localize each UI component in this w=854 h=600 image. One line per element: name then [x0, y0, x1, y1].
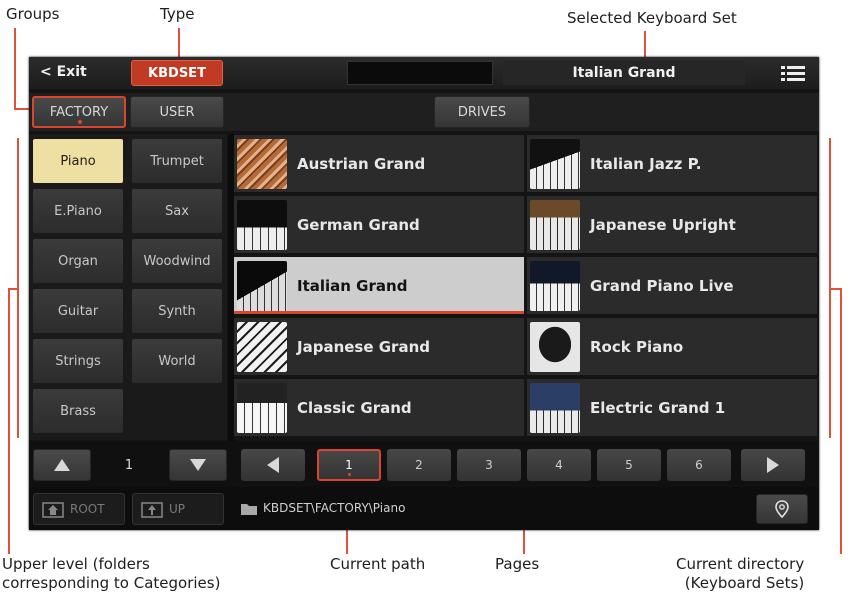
callout-groups: Groups — [6, 5, 60, 23]
page-next-button[interactable] — [741, 449, 805, 481]
page-1-label: 1 — [345, 458, 353, 472]
set-item-electric-grand[interactable]: Electric Grand 1 — [527, 379, 817, 436]
leader-groups — [14, 28, 16, 110]
page-1-indicator — [348, 473, 351, 476]
menu-icon[interactable] — [781, 66, 805, 82]
set-item-japanese-grand[interactable]: Japanese Grand — [234, 318, 524, 375]
category-piano[interactable]: Piano — [33, 139, 123, 183]
type-button[interactable]: KBDSET — [131, 60, 223, 86]
page-2-button[interactable]: 2 — [387, 449, 451, 481]
set-item-austrian-grand[interactable]: Austrian Grand — [234, 135, 524, 192]
category-epiano[interactable]: E.Piano — [33, 189, 123, 233]
triangle-up-icon — [54, 459, 70, 471]
bracket-right-down — [840, 288, 842, 554]
piano-keys-thumbnail-icon — [237, 199, 287, 250]
tab-factory-indicator — [78, 120, 82, 124]
triangle-right-icon — [767, 457, 779, 473]
page-6-button[interactable]: 6 — [667, 449, 731, 481]
up-label: UP — [169, 502, 186, 516]
harp-thumbnail-icon — [237, 138, 287, 189]
page-prev-button[interactable] — [241, 449, 305, 481]
set-item-japanese-upright[interactable]: Japanese Upright — [527, 196, 817, 253]
category-world[interactable]: World — [132, 339, 222, 383]
category-guitar[interactable]: Guitar — [33, 289, 123, 333]
set-item-rock-piano[interactable]: Rock Piano — [527, 318, 817, 375]
set-name: Italian Grand — [297, 276, 408, 295]
set-name: Electric Grand 1 — [590, 398, 726, 417]
callout-upper-level: Upper level (folders corresponding to Ca… — [2, 555, 221, 592]
category-strings[interactable]: Strings — [33, 339, 123, 383]
triangle-down-icon — [190, 459, 206, 471]
leader-path — [346, 530, 348, 554]
location-button[interactable] — [756, 494, 808, 524]
callout-current-directory: Current directory (Keyboard Sets) — [676, 555, 805, 592]
callout-current-path: Current path — [330, 555, 426, 573]
set-name: Rock Piano — [590, 337, 684, 356]
grand-piano-thumbnail-icon — [530, 321, 580, 372]
category-sax[interactable]: Sax — [132, 189, 222, 233]
tab-factory-label: FACTORY — [49, 104, 109, 120]
selected-set-name: Italian Grand — [572, 65, 676, 81]
current-path: KBDSET\FACTORY\Piano — [241, 501, 405, 515]
category-prev-button[interactable] — [33, 449, 91, 481]
root-label: ROOT — [70, 502, 105, 516]
callout-type: Type — [160, 5, 195, 23]
blank-display — [347, 61, 493, 85]
keyboard-set-browser: < Exit KBDSET Italian Grand FACTORY USER… — [29, 57, 819, 530]
piano-keys-thumbnail-icon — [530, 138, 580, 189]
tab-user[interactable]: USER — [130, 96, 224, 128]
category-synth[interactable]: Synth — [132, 289, 222, 333]
bracket-left-down — [8, 288, 10, 554]
callout-pages: Pages — [495, 555, 540, 573]
folder-icon — [241, 503, 257, 515]
up-button[interactable]: UP — [132, 493, 224, 525]
set-name: Classic Grand — [297, 398, 412, 417]
category-organ[interactable]: Organ — [33, 239, 123, 283]
set-name: Austrian Grand — [297, 154, 426, 173]
category-next-button[interactable] — [169, 449, 227, 481]
current-path-text: KBDSET\FACTORY\Piano — [263, 501, 406, 515]
set-item-german-grand[interactable]: German Grand — [234, 196, 524, 253]
triangle-left-icon — [267, 457, 279, 473]
tab-drives[interactable]: DRIVES — [434, 96, 530, 128]
page-3-button[interactable]: 3 — [457, 449, 521, 481]
set-name: Japanese Upright — [590, 215, 736, 234]
page-5-button[interactable]: 5 — [597, 449, 661, 481]
set-item-italian-grand[interactable]: Italian Grand — [234, 257, 524, 314]
piano-keys-thumbnail-icon — [237, 321, 287, 372]
upright-piano-thumbnail-icon — [530, 199, 580, 250]
piano-keys-thumbnail-icon — [530, 260, 580, 311]
selection-underline — [234, 311, 524, 314]
root-button[interactable]: ROOT — [33, 493, 125, 525]
set-name: Japanese Grand — [297, 337, 430, 356]
set-item-grand-piano-live[interactable]: Grand Piano Live — [527, 257, 817, 314]
set-name: Grand Piano Live — [590, 276, 734, 295]
set-name: Italian Jazz P. — [590, 154, 702, 173]
category-page-number: 1 — [124, 457, 134, 473]
location-pin-icon — [775, 500, 789, 518]
exit-button[interactable]: < Exit — [40, 64, 87, 80]
piano-keys-thumbnail-icon — [237, 260, 287, 311]
leader-selected — [644, 31, 646, 59]
piano-keys-thumbnail-icon — [237, 382, 287, 433]
up-folder-icon — [141, 502, 163, 518]
set-item-italian-jazz[interactable]: Italian Jazz P. — [527, 135, 817, 192]
electric-piano-thumbnail-icon — [530, 382, 580, 433]
set-name: German Grand — [297, 215, 420, 234]
page-4-button[interactable]: 4 — [527, 449, 591, 481]
category-brass[interactable]: Brass — [33, 389, 123, 433]
category-trumpet[interactable]: Trumpet — [132, 139, 222, 183]
category-woodwind[interactable]: Woodwind — [132, 239, 222, 283]
page-1-button[interactable]: 1 — [317, 449, 381, 481]
selected-set-display: Italian Grand — [503, 61, 745, 85]
leader-type — [178, 28, 180, 58]
callout-selected-set: Selected Keyboard Set — [567, 9, 737, 27]
set-item-classic-grand[interactable]: Classic Grand — [234, 379, 524, 436]
home-folder-icon — [42, 502, 64, 518]
tab-factory[interactable]: FACTORY — [32, 96, 126, 128]
